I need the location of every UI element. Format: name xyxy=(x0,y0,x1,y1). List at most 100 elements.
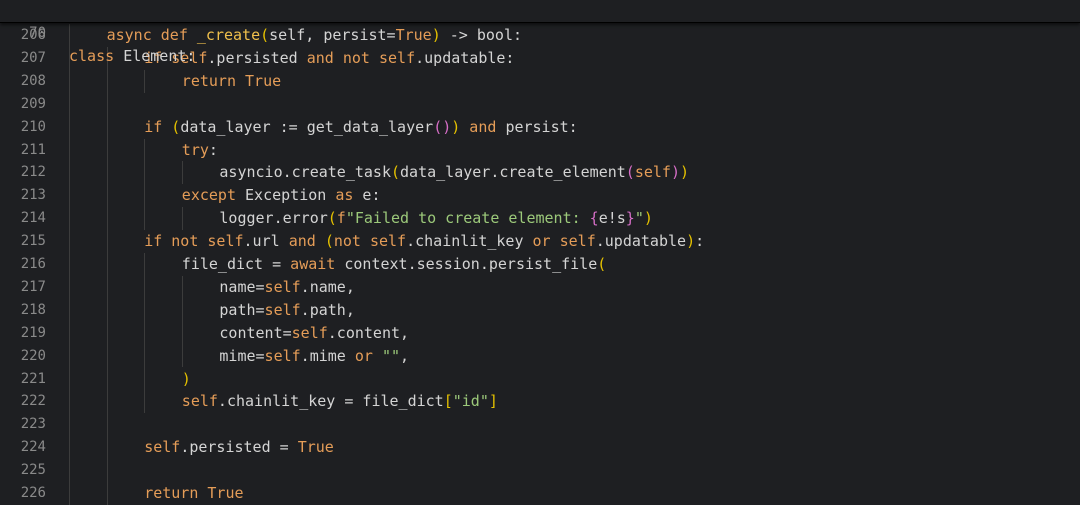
code-token: ( xyxy=(433,117,443,136)
line-number: 225 xyxy=(20,462,46,479)
code-token: .mime xyxy=(300,346,355,365)
code-text: async def _create(self, persist=True) ->… xyxy=(107,24,522,47)
code-line[interactable]: 208 return True xyxy=(0,70,1080,93)
code-text: return True xyxy=(182,70,281,93)
indent-guide xyxy=(181,275,183,368)
line-number: 215 xyxy=(20,233,46,250)
code-line[interactable]: 212 asyncio.create_task(data_layer.create… xyxy=(0,161,1080,184)
code-text: if (data_layer := get_data_layer()) and … xyxy=(144,116,578,139)
code-line[interactable]: 211 try: xyxy=(0,139,1080,162)
class-name: Element: xyxy=(123,47,196,65)
code-token: return xyxy=(144,484,208,502)
code-token: await xyxy=(290,255,345,273)
code-line[interactable]: 215 if not self.url and (not self.chainli… xyxy=(0,230,1080,253)
line-number: 222 xyxy=(20,393,46,410)
sticky-line[interactable]: 70 class Element: xyxy=(0,0,1080,65)
code-token: self xyxy=(207,232,244,251)
code-text: path=self.path, xyxy=(219,299,354,322)
code-token: ( xyxy=(260,26,270,44)
code-editor[interactable]: 70 class Element: 206 async def _create(s… xyxy=(0,0,1080,505)
code-token: "id" xyxy=(452,392,489,411)
code-token: True xyxy=(297,438,334,457)
code-line[interactable]: 225 xyxy=(0,459,1080,482)
code-line[interactable]: 217 name=self.name, xyxy=(0,276,1080,299)
code-text: asyncio.create_task(data_layer.create_el… xyxy=(219,161,689,184)
code-token: self xyxy=(559,232,596,251)
code-token: self xyxy=(181,392,218,411)
code-line[interactable]: 219 content=self.content, xyxy=(0,322,1080,345)
line-number: 213 xyxy=(20,187,46,204)
code-token: ( xyxy=(324,232,334,251)
code-token: except xyxy=(181,186,246,205)
code-token: .url xyxy=(243,232,289,251)
code-token: self, persist= xyxy=(269,26,396,44)
code-line[interactable]: 206 async def _create(self, persist=True)… xyxy=(0,24,1080,47)
indent-guide xyxy=(106,46,108,505)
line-number: 223 xyxy=(20,416,46,433)
code-line[interactable]: 213 except Exception as e: xyxy=(0,184,1080,207)
code-token: ( xyxy=(390,163,401,182)
indent-guide xyxy=(181,207,183,231)
code-text: if self.persisted and not self.updatable… xyxy=(144,47,514,70)
code-token: self xyxy=(634,163,671,182)
code-text: self.chainlit_key = file_dict["id"] xyxy=(182,390,498,413)
code-line[interactable]: 210 if (data_layer := get_data_layer()) a… xyxy=(0,116,1080,139)
code-token: and xyxy=(460,117,506,136)
code-token: } xyxy=(625,209,635,228)
code-token: .path, xyxy=(300,300,355,319)
code-token: asyncio.create_task xyxy=(219,163,391,182)
code-token: ( xyxy=(625,163,635,182)
code-line[interactable]: 221) xyxy=(0,368,1080,391)
code-line[interactable]: 214 logger.error(f"Failed to create eleme… xyxy=(0,207,1080,230)
code-token: not xyxy=(333,232,370,251)
code-token: True xyxy=(207,484,244,502)
code-token: path= xyxy=(219,300,265,319)
code-token: ) xyxy=(442,117,452,136)
code-token: self xyxy=(144,438,181,457)
code-token: ( xyxy=(171,117,181,136)
line-number: 218 xyxy=(20,301,46,318)
code-line[interactable]: 226 return True xyxy=(0,482,1080,505)
line-number: 226 xyxy=(20,485,46,501)
code-token: or xyxy=(354,346,382,365)
code-text: class Element: xyxy=(69,45,195,68)
code-token: data_layer := get_data_layer xyxy=(180,117,434,136)
line-number: 214 xyxy=(20,210,46,227)
code-token: logger.error xyxy=(219,209,328,228)
code-token: { xyxy=(589,209,599,228)
code-token: ( xyxy=(327,209,337,228)
code-line[interactable]: 220 mime=self.mime or "", xyxy=(0,345,1080,368)
code-line[interactable]: 222 self.chainlit_key = file_dict["id"] xyxy=(0,390,1080,413)
code-line[interactable]: 209 xyxy=(0,93,1080,116)
code-token: self xyxy=(264,346,301,365)
line-number: 209 xyxy=(20,95,46,112)
code-token: f xyxy=(336,209,346,228)
code-line[interactable]: 218 path=self.path, xyxy=(0,299,1080,322)
code-token: async xyxy=(106,26,161,44)
code-token: .content, xyxy=(327,323,410,342)
code-token: persist: xyxy=(505,117,578,136)
code-token: ) xyxy=(451,117,461,136)
code-text: name=self.name, xyxy=(219,276,354,299)
code-line[interactable]: 223 xyxy=(0,413,1080,436)
code-token: Exception xyxy=(245,186,336,205)
code-line[interactable]: 224 self.persisted = True xyxy=(0,436,1080,459)
code-token: if not xyxy=(144,232,208,251)
code-line[interactable]: 216 file_dict = await context.session.per… xyxy=(0,253,1080,276)
code-token: self xyxy=(369,232,407,251)
code-token: ] xyxy=(488,392,498,411)
line-number: 210 xyxy=(20,118,46,135)
code-token: ) xyxy=(679,163,690,182)
code-token: "" xyxy=(381,346,401,365)
code-text: ) xyxy=(182,368,191,391)
code-token: .chainlit_key xyxy=(406,232,533,251)
code-token: .updatable xyxy=(595,232,687,251)
code-token: content= xyxy=(219,323,292,342)
code-text: return True xyxy=(144,482,243,505)
line-number: 212 xyxy=(20,164,46,181)
code-token: .chainlit_key = file_dict xyxy=(217,392,444,411)
code-text: file_dict = await context.session.persis… xyxy=(182,253,606,276)
code-token: , xyxy=(400,346,410,365)
code-token: as xyxy=(335,186,363,205)
sticky-scroll-header[interactable]: 70 class Element: xyxy=(0,0,1080,65)
